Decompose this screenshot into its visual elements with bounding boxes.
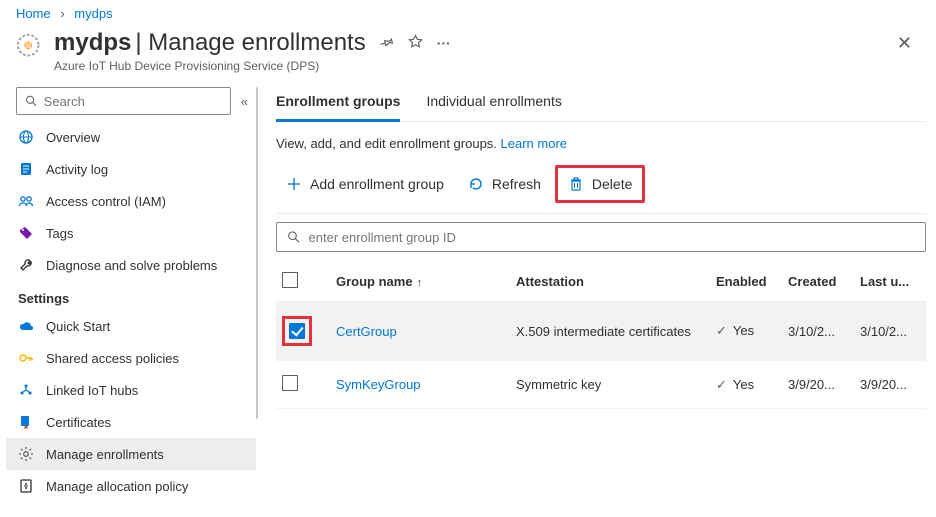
filter-input[interactable] xyxy=(309,230,915,245)
log-icon xyxy=(18,161,34,177)
sidebar-item-shared-access-policies[interactable]: Shared access policies xyxy=(6,342,256,374)
sidebar-item-label: Manage enrollments xyxy=(46,447,164,462)
sidebar-item-linked-iot-hubs[interactable]: Linked IoT hubs xyxy=(6,374,256,406)
hub-icon xyxy=(18,382,34,398)
sidebar-item-label: Overview xyxy=(46,130,100,145)
sidebar-item-certificates[interactable]: Certificates xyxy=(6,406,256,438)
tab-enrollment-groups[interactable]: Enrollment groups xyxy=(276,87,400,122)
row-checkbox[interactable] xyxy=(289,323,305,339)
sidebar-item-activity-log[interactable]: Activity log xyxy=(6,153,256,185)
filter-box[interactable] xyxy=(276,222,926,252)
search-icon xyxy=(25,94,38,108)
collapse-sidebar-icon[interactable]: « xyxy=(241,94,248,109)
globe-icon xyxy=(18,129,34,145)
select-all-checkbox[interactable] xyxy=(282,272,298,288)
resource-icon xyxy=(16,33,46,63)
sidebar-scrollbar[interactable] xyxy=(256,87,262,502)
page-subtitle: Azure IoT Hub Device Provisioning Servic… xyxy=(54,59,889,73)
wrench-icon xyxy=(18,257,34,273)
tag-icon xyxy=(18,225,34,241)
plus-icon xyxy=(286,176,302,192)
settings-heading: Settings xyxy=(6,281,256,310)
sidebar-item-label: Shared access policies xyxy=(46,351,179,366)
more-icon[interactable]: ··· xyxy=(437,35,451,51)
policy-icon xyxy=(18,478,34,494)
key-icon xyxy=(18,350,34,366)
sidebar-item-manage-enrollments[interactable]: Manage enrollments xyxy=(6,438,256,470)
pin-icon[interactable] xyxy=(380,35,394,52)
trash-icon xyxy=(568,176,584,192)
learn-more-link[interactable]: Learn more xyxy=(501,136,567,151)
breadcrumb-current[interactable]: mydps xyxy=(74,6,112,21)
group-name-link[interactable]: CertGroup xyxy=(336,324,397,339)
cloud-icon xyxy=(18,318,34,334)
cell-enabled: ✓Yes xyxy=(710,361,782,409)
close-icon[interactable]: ✕ xyxy=(889,29,920,58)
favorite-icon[interactable] xyxy=(408,34,423,52)
cell-last: 3/10/2... xyxy=(854,302,926,361)
col-created[interactable]: Created xyxy=(782,264,854,302)
tab-individual-enrollments[interactable]: Individual enrollments xyxy=(426,87,561,121)
breadcrumb-home[interactable]: Home xyxy=(16,6,51,21)
people-icon xyxy=(18,193,34,209)
table-row[interactable]: SymKeyGroup Symmetric key ✓Yes 3/9/20...… xyxy=(276,361,926,409)
row-checkbox[interactable] xyxy=(282,375,298,391)
cell-attestation: X.509 intermediate certificates xyxy=(510,302,710,361)
sidebar-item-quick-start[interactable]: Quick Start xyxy=(6,310,256,342)
col-enabled[interactable]: Enabled xyxy=(710,264,782,302)
description: View, add, and edit enrollment groups. L… xyxy=(276,136,926,151)
sidebar-item-overview[interactable]: Overview xyxy=(6,121,256,153)
search-icon xyxy=(287,230,301,244)
sidebar-item-label: Certificates xyxy=(46,415,111,430)
sort-asc-icon: ↑ xyxy=(417,277,423,289)
sidebar-item-label: Manage allocation policy xyxy=(46,479,188,494)
sidebar-item-diagnose-and-solve-problems[interactable]: Diagnose and solve problems xyxy=(6,249,256,281)
add-enrollment-group-button[interactable]: Add enrollment group xyxy=(276,168,454,200)
sidebar: « Overview Activity log Access control (IA… xyxy=(0,87,256,502)
sidebar-item-label: Access control (IAM) xyxy=(46,194,166,209)
main-content: Enrollment groups Individual enrollments… xyxy=(262,87,936,502)
sidebar-item-manage-allocation-policy[interactable]: Manage allocation policy xyxy=(6,470,256,502)
col-group-name[interactable]: Group name↑ xyxy=(330,264,510,302)
cert-icon xyxy=(18,414,34,430)
chevron-right-icon: › xyxy=(54,6,70,21)
cell-created: 3/10/2... xyxy=(782,302,854,361)
delete-button[interactable]: Delete xyxy=(558,168,642,200)
table-row[interactable]: CertGroup X.509 intermediate certificate… xyxy=(276,302,926,361)
sidebar-item-label: Tags xyxy=(46,226,73,241)
sidebar-item-label: Quick Start xyxy=(46,319,110,334)
tabs: Enrollment groups Individual enrollments xyxy=(276,87,926,122)
gear-icon xyxy=(18,446,34,462)
search-input[interactable] xyxy=(44,94,222,109)
page-title: mydps | Manage enrollments ··· xyxy=(54,29,451,57)
cell-last: 3/9/20... xyxy=(854,361,926,409)
col-attestation[interactable]: Attestation xyxy=(510,264,710,302)
check-icon: ✓ xyxy=(716,323,727,339)
sidebar-item-tags[interactable]: Tags xyxy=(6,217,256,249)
page-header: mydps | Manage enrollments ··· Azure IoT… xyxy=(0,23,936,87)
cell-created: 3/9/20... xyxy=(782,361,854,409)
cell-attestation: Symmetric key xyxy=(510,361,710,409)
refresh-button[interactable]: Refresh xyxy=(458,168,551,200)
sidebar-item-access-control-iam-[interactable]: Access control (IAM) xyxy=(6,185,256,217)
breadcrumb: Home › mydps xyxy=(0,0,936,23)
col-last-updated[interactable]: Last u... xyxy=(854,264,926,302)
group-name-link[interactable]: SymKeyGroup xyxy=(336,377,421,392)
cell-enabled: ✓Yes xyxy=(710,302,782,361)
enrollment-table: Group name↑ Attestation Enabled Created … xyxy=(276,264,926,409)
sidebar-search[interactable] xyxy=(16,87,231,115)
check-icon: ✓ xyxy=(716,377,727,393)
sidebar-item-label: Linked IoT hubs xyxy=(46,383,138,398)
toolbar: Add enrollment group Refresh Delete xyxy=(276,165,926,214)
sidebar-item-label: Diagnose and solve problems xyxy=(46,258,217,273)
refresh-icon xyxy=(468,176,484,192)
sidebar-item-label: Activity log xyxy=(46,162,108,177)
